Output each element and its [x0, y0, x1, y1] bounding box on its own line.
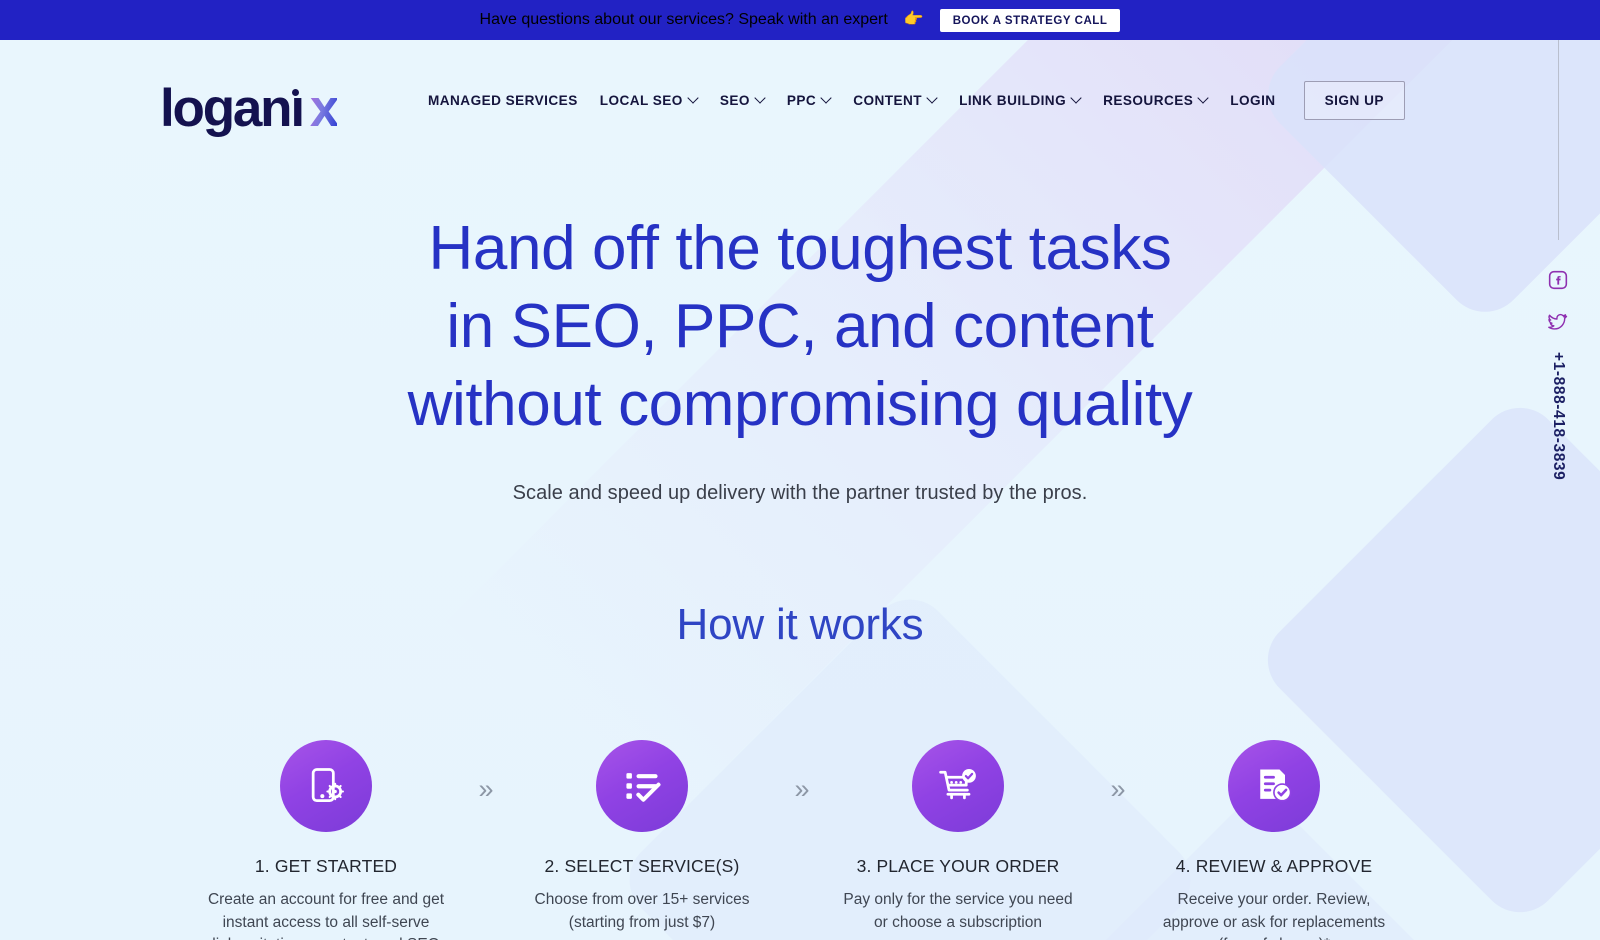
chevron-down-icon [822, 94, 831, 103]
step-review-and-approve: 4. REVIEW & APPROVE Receive your order. … [1149, 740, 1399, 940]
step-separator-chevron-icon: » [794, 774, 809, 804]
step-description: Create an account for free and get insta… [207, 891, 445, 940]
step-get-started: 1. GET STARTED Create an account for fre… [201, 740, 451, 940]
main-navigation: MANAGED SERVICES LOCAL SEO SEO PPC CONTE… [428, 40, 1405, 160]
facebook-icon[interactable] [1548, 270, 1568, 290]
hero-subtitle: Scale and speed up delivery with the par… [512, 482, 1088, 505]
nav-label: RESOURCES [1103, 92, 1194, 108]
step-title: 4. REVIEW & APPROVE [1175, 856, 1373, 876]
nav-item-ppc[interactable]: PPC [776, 93, 842, 108]
nav-item-link-building[interactable]: LINK BUILDING [948, 93, 1092, 108]
hero-section: Hand off the toughest tasks in SEO, PPC,… [0, 210, 1600, 505]
loganix-logo[interactable]: loganı x [160, 79, 340, 138]
site-header: loganı x MANAGED SERVICES LOCAL SEO SEO P… [0, 40, 1600, 160]
step-title: 1. GET STARTED [254, 856, 398, 876]
logo-text-main: loganı [160, 79, 305, 138]
chevron-down-icon [689, 94, 698, 103]
nav-item-content[interactable]: CONTENT [842, 93, 948, 108]
announcement-text: Have questions about our services? Speak… [479, 11, 888, 28]
step-title: 2. SELECT SERVICE(S) [544, 856, 740, 876]
device-settings-icon [280, 740, 372, 832]
step-place-your-order: 3. PLACE YOUR ORDER Pay only for the ser… [833, 740, 1083, 934]
step-separator-chevron-icon: » [1110, 774, 1125, 804]
logo-x-accent: x [309, 79, 340, 138]
step-separator-chevron-icon: » [478, 774, 493, 804]
step-select-services: 2. SELECT SERVICE(S) Choose from over 15… [517, 740, 767, 934]
logo-dot-accent [291, 89, 299, 96]
step-description: Receive your order. Review, approve or a… [1162, 891, 1386, 940]
document-approved-icon [1228, 740, 1320, 832]
twitter-icon[interactable] [1548, 312, 1568, 332]
chevron-down-icon [928, 94, 937, 103]
chevron-down-icon [1072, 94, 1081, 103]
social-side-rail: +1-888-418-3839 [1548, 40, 1568, 940]
rail-social-icons [1548, 270, 1568, 332]
nav-label: LINK BUILDING [959, 92, 1067, 108]
nav-label: PPC [786, 92, 817, 108]
how-it-works-steps: 1. GET STARTED Create an account for fre… [0, 740, 1600, 940]
nav-item-resources[interactable]: RESOURCES [1092, 93, 1219, 108]
page-title: Hand off the toughest tasks in SEO, PPC,… [407, 214, 1193, 440]
step-description: Choose from over 15+ services (starting … [534, 891, 750, 931]
nav-item-login[interactable]: LOGIN [1219, 93, 1286, 108]
rail-divider-line [1557, 40, 1559, 240]
how-it-works-heading: How it works [676, 600, 924, 649]
nav-item-seo[interactable]: SEO [709, 93, 776, 108]
pointing-hand-icon: 👉 [903, 11, 924, 28]
nav-item-local-seo[interactable]: LOCAL SEO [589, 93, 709, 108]
book-strategy-call-button[interactable]: BOOK A STRATEGY CALL [939, 8, 1121, 32]
page-canvas: loganı x MANAGED SERVICES LOCAL SEO SEO P… [0, 40, 1600, 940]
nav-label: MANAGED SERVICES [428, 92, 578, 108]
nav-label: SEO [719, 92, 750, 108]
shopping-cart-check-icon [912, 740, 1004, 832]
nav-label: LOCAL SEO [599, 92, 683, 108]
step-description: Pay only for the service you need or cho… [843, 891, 1073, 931]
checklist-icon [596, 740, 688, 832]
chevron-down-icon [1199, 94, 1208, 103]
phone-number-link[interactable]: +1-888-418-3839 [1549, 352, 1567, 480]
sign-up-button[interactable]: SIGN UP [1303, 80, 1405, 120]
announcement-bar: Have questions about our services? Speak… [0, 0, 1600, 40]
nav-label: LOGIN [1230, 92, 1276, 108]
nav-item-managed-services[interactable]: MANAGED SERVICES [428, 93, 589, 108]
step-title: 3. PLACE YOUR ORDER [856, 856, 1060, 876]
nav-label: CONTENT [853, 92, 923, 108]
chevron-down-icon [756, 94, 765, 103]
